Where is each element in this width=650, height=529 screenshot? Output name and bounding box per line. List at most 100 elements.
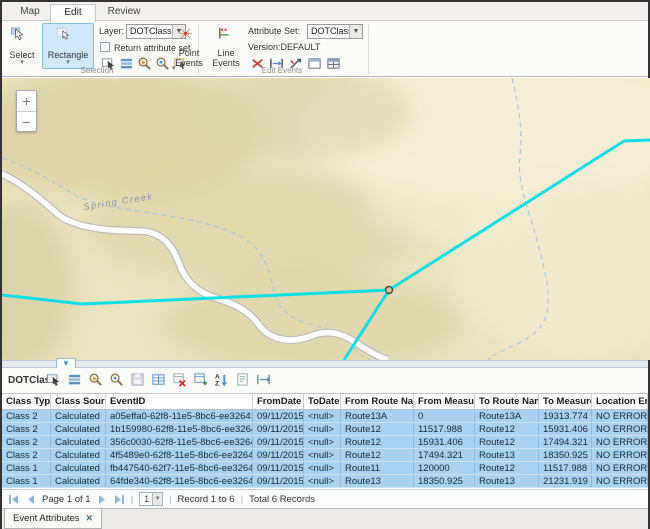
bottom-tab-bar: Event Attributes ✕: [2, 508, 648, 529]
map-view[interactable]: Spring Creek + −: [2, 78, 648, 360]
rectangle-tool-button[interactable]: Rectangle ▾: [42, 23, 94, 69]
table-cell: 356c0030-62f8-11e5-8bc6-ee32641d5ec9: [106, 436, 253, 448]
close-icon[interactable]: ✕: [86, 513, 94, 524]
chevron-down-icon[interactable]: ▼: [152, 493, 162, 505]
table-row[interactable]: Class 2Calculated356c0030-62f8-11e5-8bc6…: [2, 436, 648, 449]
tab-event-attributes[interactable]: Event Attributes ✕: [4, 509, 102, 529]
chevron-down-icon: ▾: [43, 60, 93, 65]
zoom-out-button[interactable]: −: [17, 112, 36, 133]
map-zoom-control: + −: [16, 90, 37, 132]
select-tool-button[interactable]: Select ▾: [4, 23, 40, 69]
selection-group-label: Selection: [2, 66, 192, 75]
column-header[interactable]: From Route Name: [341, 394, 414, 409]
table-cell: Route11: [341, 462, 414, 474]
line-events-icon: [215, 26, 237, 46]
table-row[interactable]: Class 2Calculated4f5489e0-62f8-11e5-8bc6…: [2, 449, 648, 462]
route-junction-marker[interactable]: [386, 287, 393, 294]
column-header[interactable]: Class Type: [2, 394, 51, 409]
tab-review[interactable]: Review: [98, 4, 150, 21]
column-header[interactable]: To Measure: [539, 394, 592, 409]
table-cell: Calculated: [51, 410, 106, 422]
page-number-value: 1: [144, 494, 149, 504]
basemap: Spring Creek: [2, 78, 650, 360]
table-cell: Class 2: [2, 410, 51, 422]
attribute-set-combobox[interactable]: DOTClass ▼: [307, 24, 363, 39]
table-cell: 09/11/2015: [253, 449, 304, 461]
column-header[interactable]: ToDate: [304, 394, 341, 409]
point-events-icon: [178, 26, 200, 46]
sort-icon[interactable]: AZ: [214, 372, 230, 388]
layer-combobox-value: DOTClass: [130, 26, 172, 36]
measure-range-icon[interactable]: [256, 372, 272, 388]
line-events-button[interactable]: Line Events: [208, 23, 244, 69]
zoom-in-button[interactable]: +: [17, 91, 36, 112]
first-page-button[interactable]: [8, 494, 19, 505]
page-number-combobox[interactable]: 1 ▼: [139, 492, 163, 506]
point-events-label: Point Events: [175, 48, 203, 68]
column-header[interactable]: From Measure: [414, 394, 475, 409]
delete-selected-icon[interactable]: [172, 372, 188, 388]
attribute-grid-icon[interactable]: [151, 372, 167, 388]
total-records-text: Total 6 Records: [249, 494, 315, 505]
next-page-button[interactable]: [97, 494, 108, 505]
table-cell: Route13A: [341, 410, 414, 422]
table-cell: NO ERROR: [592, 475, 648, 487]
pagination-bar: Page 1 of 1 | 1 ▼ | Record 1 to 6 | Tota…: [2, 489, 648, 508]
previous-page-button[interactable]: [25, 494, 36, 505]
table-cell: Calculated: [51, 475, 106, 487]
column-header[interactable]: To Route Name: [475, 394, 539, 409]
pan-to-selection-icon[interactable]: [109, 372, 125, 388]
column-header[interactable]: FromDate: [253, 394, 304, 409]
table-cell: 15931.406: [414, 436, 475, 448]
table-cell: 17494.321: [414, 449, 475, 461]
save-icon[interactable]: [130, 372, 146, 388]
point-events-button[interactable]: Point Events: [172, 23, 206, 69]
attribute-set-label: Attribute Set:: [248, 26, 300, 36]
table-cell: 0: [414, 410, 475, 422]
table-cell: 17494.321: [539, 436, 592, 448]
table-cell: Calculated: [51, 423, 106, 435]
table-cell: <null>: [304, 410, 341, 422]
table-row[interactable]: Class 2Calculated1b159980-62f8-11e5-8bc6…: [2, 423, 648, 436]
table-cell: 11517.988: [539, 462, 592, 474]
table-row[interactable]: Class 2Calculateda05effa0-62f8-11e5-8bc6…: [2, 410, 648, 423]
table-cell: Calculated: [51, 462, 106, 474]
table-cell: 18350.925: [539, 449, 592, 461]
select-rectangle-icon[interactable]: [46, 372, 62, 388]
version-label: Version:DEFAULT: [248, 42, 320, 52]
form-view-icon[interactable]: [235, 372, 251, 388]
return-attribute-set-checkbox[interactable]: [100, 42, 110, 52]
chevron-down-icon[interactable]: ▼: [349, 25, 362, 38]
select-tool-icon: [10, 26, 34, 48]
table-cell: NO ERROR: [592, 462, 648, 474]
separator: |: [169, 494, 171, 505]
column-header[interactable]: Location Error: [592, 394, 648, 409]
tab-edit[interactable]: Edit: [50, 4, 96, 22]
tab-map[interactable]: Map: [10, 4, 50, 21]
table-cell: Class 2: [2, 449, 51, 461]
separator: |: [131, 494, 133, 505]
table-cell: <null>: [304, 475, 341, 487]
attribute-panel-toolbar: DOTClass AZ: [2, 368, 648, 393]
svg-text:A: A: [215, 374, 220, 381]
edit-events-group-label: Edit Events: [202, 66, 362, 75]
table-cell: NO ERROR: [592, 410, 648, 422]
table-row[interactable]: Class 1Calculatedfb447540-62f7-11e5-8bc6…: [2, 462, 648, 475]
table-cell: a05effa0-62f8-11e5-8bc6-ee32641d5ec9: [106, 410, 253, 422]
table-cell: 64fde340-62f8-11e5-8bc6-ee32641d5ec9: [106, 475, 253, 487]
table-cell: 21231.919: [539, 475, 592, 487]
column-header[interactable]: Class Source: [51, 394, 106, 409]
triangle-down-icon: ▼: [62, 359, 70, 368]
selection-list-icon[interactable]: [67, 372, 83, 388]
table-cell: Calculated: [51, 449, 106, 461]
table-cell: 15931.406: [539, 423, 592, 435]
table-cell: 09/11/2015: [253, 410, 304, 422]
table-cell: 09/11/2015: [253, 423, 304, 435]
column-header[interactable]: EventID: [106, 394, 253, 409]
panel-splitter[interactable]: [2, 360, 648, 368]
table-cell: fb447540-62f7-11e5-8bc6-ee32641d5ec9: [106, 462, 253, 474]
table-row[interactable]: Class 1Calculated64fde340-62f8-11e5-8bc6…: [2, 475, 648, 488]
append-records-icon[interactable]: [193, 372, 209, 388]
zoom-to-selection-icon[interactable]: [88, 372, 104, 388]
last-page-button[interactable]: [114, 494, 125, 505]
